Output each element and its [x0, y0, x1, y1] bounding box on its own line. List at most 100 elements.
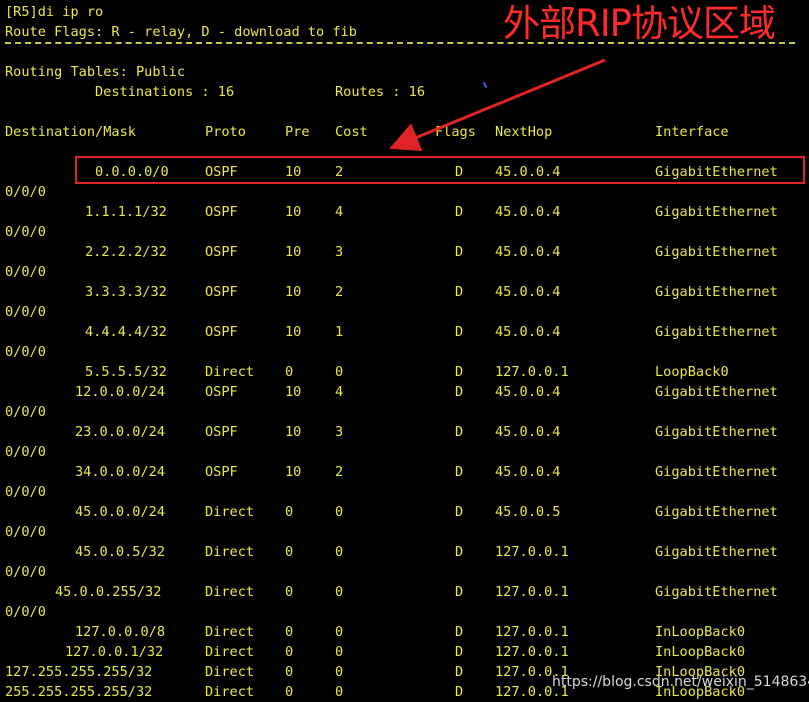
- route-interface-continuation: 0/0/0: [5, 344, 46, 360]
- route-interface-continuation: 0/0/0: [5, 444, 46, 460]
- route-flags: D: [455, 464, 464, 480]
- route-nexthop: 127.0.0.1: [495, 364, 569, 380]
- route-pre: 0: [285, 504, 294, 520]
- default-route-highlight-box: [75, 156, 805, 184]
- route-flags: D: [455, 684, 464, 700]
- route-cost: 0: [335, 624, 344, 640]
- routes-count: Routes : 16: [335, 84, 426, 100]
- route-flags: D: [455, 584, 464, 600]
- route-cost: 4: [335, 204, 344, 220]
- route-interface-continuation: 0/0/0: [5, 564, 46, 580]
- route-flags-line: Route Flags: R - relay, D - download to …: [5, 24, 357, 40]
- route-proto: OSPF: [205, 424, 238, 440]
- cursor-mark: [482, 81, 488, 89]
- terminal-window[interactable]: [R5]di ip ro Route Flags: R - relay, D -…: [0, 0, 809, 702]
- route-nexthop: 127.0.0.1: [495, 584, 569, 600]
- route-flags: D: [455, 664, 464, 680]
- route-flags: D: [455, 624, 464, 640]
- route-interface: GigabitEthernet: [655, 504, 778, 520]
- header-flags: Flags: [435, 124, 476, 140]
- header-nexthop: NextHop: [495, 124, 553, 140]
- route-destination: 4.4.4.4/32: [85, 324, 167, 340]
- route-pre: 0: [285, 584, 294, 600]
- header-destination: Destination/Mask: [5, 124, 136, 140]
- header-proto: Proto: [205, 124, 246, 140]
- route-destination: 1.1.1.1/32: [85, 204, 167, 220]
- route-interface: GigabitEthernet: [655, 464, 778, 480]
- route-proto: OSPF: [205, 284, 238, 300]
- route-interface: GigabitEthernet: [655, 384, 778, 400]
- destinations-count: Destinations : 16: [95, 84, 235, 100]
- route-nexthop: 127.0.0.1: [495, 624, 569, 640]
- route-cost: 2: [335, 284, 344, 300]
- route-interface-continuation: 0/0/0: [5, 404, 46, 420]
- route-pre: 10: [285, 424, 302, 440]
- route-proto: Direct: [205, 684, 255, 700]
- route-proto: OSPF: [205, 244, 238, 260]
- route-flags: D: [455, 384, 464, 400]
- route-interface: GigabitEthernet: [655, 284, 778, 300]
- route-nexthop: 45.0.0.4: [495, 424, 561, 440]
- header-cost: Cost: [335, 124, 368, 140]
- annotation-label: 外部RIP协议区域: [503, 2, 776, 45]
- route-proto: Direct: [205, 624, 255, 640]
- route-cost: 3: [335, 244, 344, 260]
- route-cost: 0: [335, 364, 344, 380]
- route-pre: 10: [285, 324, 302, 340]
- route-flags: D: [455, 424, 464, 440]
- watermark-text: https://blog.csdn.net/weixin_51486343: [552, 674, 809, 690]
- route-nexthop: 45.0.0.4: [495, 204, 561, 220]
- route-proto: Direct: [205, 584, 255, 600]
- route-destination: 127.0.0.0/8: [75, 624, 166, 640]
- route-pre: 10: [285, 204, 302, 220]
- route-destination: 127.255.255.255/32: [5, 664, 153, 680]
- route-destination: 34.0.0.0/24: [75, 464, 166, 480]
- route-pre: 10: [285, 464, 302, 480]
- route-pre: 10: [285, 384, 302, 400]
- route-pre: 0: [285, 684, 294, 700]
- route-interface: LoopBack0: [655, 364, 729, 380]
- route-interface: GigabitEthernet: [655, 424, 778, 440]
- route-proto: OSPF: [205, 464, 238, 480]
- route-proto: Direct: [205, 664, 255, 680]
- route-destination: 23.0.0.0/24: [75, 424, 166, 440]
- route-interface: GigabitEthernet: [655, 244, 778, 260]
- route-interface: InLoopBack0: [655, 644, 746, 660]
- route-destination: 2.2.2.2/32: [85, 244, 167, 260]
- route-pre: 0: [285, 624, 294, 640]
- route-destination: 127.0.0.1/32: [65, 644, 164, 660]
- route-flags: D: [455, 364, 464, 380]
- route-cost: 1: [335, 324, 344, 340]
- route-pre: 10: [285, 284, 302, 300]
- route-interface-continuation: 0/0/0: [5, 224, 46, 240]
- route-flags: D: [455, 544, 464, 560]
- route-cost: 0: [335, 684, 344, 700]
- route-nexthop: 127.0.0.1: [495, 544, 569, 560]
- header-interface: Interface: [655, 124, 729, 140]
- route-flags: D: [455, 204, 464, 220]
- route-nexthop: 45.0.0.4: [495, 244, 561, 260]
- route-pre: 0: [285, 544, 294, 560]
- route-cost: 3: [335, 424, 344, 440]
- route-nexthop: 45.0.0.4: [495, 284, 561, 300]
- route-cost: 0: [335, 644, 344, 660]
- route-destination: 45.0.0.255/32: [55, 584, 162, 600]
- route-interface-continuation: 0/0/0: [5, 604, 46, 620]
- route-cost: 4: [335, 384, 344, 400]
- route-interface: GigabitEthernet: [655, 584, 778, 600]
- routing-tables-line: Routing Tables: Public: [5, 64, 186, 80]
- route-interface: GigabitEthernet: [655, 324, 778, 340]
- route-flags: D: [455, 644, 464, 660]
- route-proto: OSPF: [205, 384, 238, 400]
- route-cost: 0: [335, 544, 344, 560]
- route-proto: Direct: [205, 544, 255, 560]
- route-nexthop: 45.0.0.4: [495, 464, 561, 480]
- route-pre: 0: [285, 364, 294, 380]
- header-pre: Pre: [285, 124, 310, 140]
- route-nexthop: 45.0.0.4: [495, 384, 561, 400]
- route-destination: 255.255.255.255/32: [5, 684, 153, 700]
- route-proto: Direct: [205, 504, 255, 520]
- route-proto: Direct: [205, 364, 255, 380]
- route-cost: 0: [335, 504, 344, 520]
- route-cost: 0: [335, 664, 344, 680]
